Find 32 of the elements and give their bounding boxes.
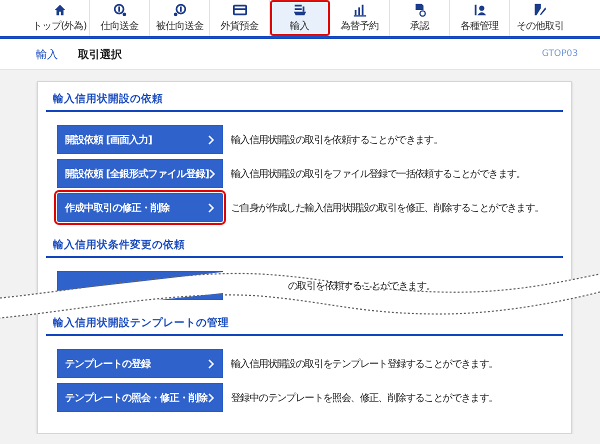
chevron-icon [208, 392, 215, 402]
chevron-icon [209, 168, 216, 178]
item-description: 輸入信用状開設の取引をファイル登録で一括依頼することができます。 [231, 168, 526, 180]
breadcrumb-category: 輸入 [36, 46, 58, 62]
person-icon [472, 3, 486, 17]
section-heading: 輸入信用状開設の依頼 [46, 86, 563, 112]
menu-button[interactable]: 作成中取引の修正・削除 [57, 193, 223, 222]
card-icon [232, 3, 246, 17]
menu-button[interactable]: 開設依頼 [全銀形式ファイル登録] [57, 159, 223, 188]
section-heading: 輸入信用状条件変更の依頼 [46, 232, 563, 258]
chevron-icon [208, 358, 215, 368]
home-icon [52, 3, 66, 17]
item-description: の取引を依頼することができます。 [288, 280, 436, 292]
menu-button[interactable]: テンプレートの登録 [57, 349, 223, 378]
screen-id: GTOP03 [542, 49, 578, 59]
document-icon [412, 3, 426, 17]
coin-icon [112, 3, 126, 17]
item-description: 登録中のテンプレートを照会、修正、削除することができます。 [231, 392, 498, 404]
nav-tab[interactable]: 輸入 [270, 0, 330, 36]
chevron-icon [208, 202, 215, 212]
chart-icon [352, 3, 366, 17]
menu-button[interactable]: テンプレートの照会・修正・削除 [57, 383, 223, 412]
item-description: 輸入信用状開設の取引をテンプレート登録することができます。 [231, 358, 498, 370]
menu-button[interactable]: 開設依頼 [画面入力] [57, 125, 223, 154]
pen-icon [533, 3, 547, 17]
item-description: 輸入信用状開設の取引を依頼することができます。 [231, 134, 443, 146]
coin-icon [172, 3, 186, 17]
chevron-icon [208, 134, 215, 144]
ship-icon [292, 3, 306, 17]
menu-button[interactable] [57, 271, 223, 300]
item-description: ご自身が作成した輸入信用状開設の取引を修正、削除することができます。 [231, 202, 544, 214]
page-title: 取引選択 [78, 46, 122, 62]
